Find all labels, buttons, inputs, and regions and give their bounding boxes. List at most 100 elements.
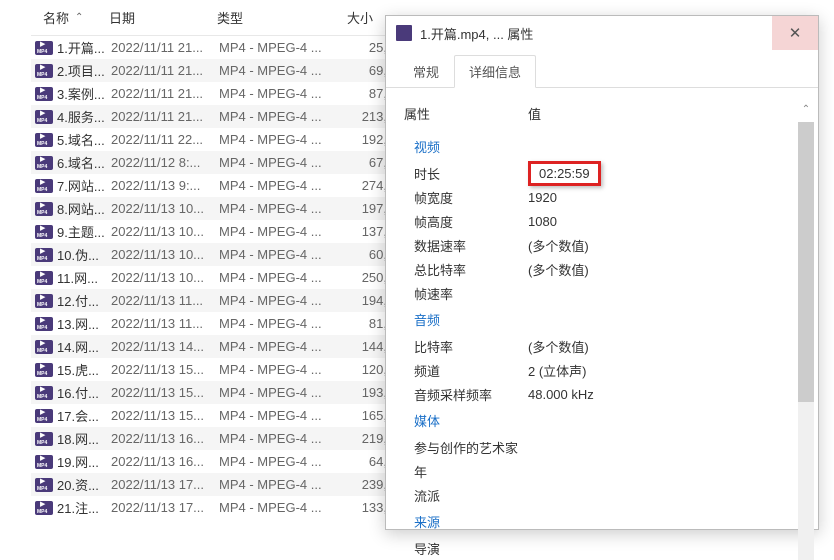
- file-name: 14.网...: [57, 337, 111, 356]
- mp4-file-icon: [35, 110, 53, 124]
- file-row[interactable]: 11.网...2022/11/13 10...MP4 - MPEG-4 ...2…: [31, 266, 401, 289]
- mp4-file-icon: [35, 202, 53, 216]
- file-row[interactable]: 16.付...2022/11/13 15...MP4 - MPEG-4 ...1…: [31, 381, 401, 404]
- row-audio-bitrate[interactable]: 比特率 (多个数值): [404, 334, 800, 358]
- row-genre[interactable]: 流派: [404, 483, 800, 507]
- file-size: 87,: [343, 86, 387, 101]
- file-row[interactable]: 10.伪...2022/11/13 10...MP4 - MPEG-4 ...6…: [31, 243, 401, 266]
- column-header-type[interactable]: 类型: [217, 8, 347, 27]
- file-date: 2022/11/13 15...: [111, 408, 219, 423]
- file-row[interactable]: 21.注...2022/11/13 17...MP4 - MPEG-4 ...1…: [31, 496, 401, 519]
- file-list-header: 名称⌃ 日期 类型 大小: [31, 0, 401, 36]
- file-row[interactable]: 12.付...2022/11/13 11...MP4 - MPEG-4 ...1…: [31, 289, 401, 312]
- file-size: 193,: [343, 385, 387, 400]
- file-date: 2022/11/11 21...: [111, 109, 219, 124]
- scrollbar-thumb[interactable]: [798, 122, 814, 402]
- file-size: 60,: [343, 247, 387, 262]
- file-size: 25,: [343, 40, 387, 55]
- file-row[interactable]: 2.项目...2022/11/11 21...MP4 - MPEG-4 ...6…: [31, 59, 401, 82]
- close-icon: ✕: [789, 24, 802, 42]
- column-header-date[interactable]: 日期: [109, 8, 217, 27]
- file-rows-container: 1.开篇...2022/11/11 21...MP4 - MPEG-4 ...2…: [31, 36, 401, 519]
- file-row[interactable]: 18.网...2022/11/13 16...MP4 - MPEG-4 ...2…: [31, 427, 401, 450]
- dialog-titlebar[interactable]: 1.开篇.mp4, ... 属性 ✕: [386, 16, 818, 50]
- file-size: 197,: [343, 201, 387, 216]
- file-row[interactable]: 20.资...2022/11/13 17...MP4 - MPEG-4 ...2…: [31, 473, 401, 496]
- file-type: MP4 - MPEG-4 ...: [219, 224, 343, 239]
- file-type: MP4 - MPEG-4 ...: [219, 201, 343, 216]
- section-audio: 音频: [404, 305, 800, 334]
- mp4-file-icon: [35, 409, 53, 423]
- file-name: 11.网...: [57, 268, 111, 287]
- dialog-tabs: 常规 详细信息: [386, 54, 818, 88]
- row-data-rate[interactable]: 数据速率 (多个数值): [404, 233, 800, 257]
- file-size: 213,: [343, 109, 387, 124]
- file-row[interactable]: 9.主题...2022/11/13 10...MP4 - MPEG-4 ...1…: [31, 220, 401, 243]
- row-duration[interactable]: 时长 02:25:59: [404, 161, 800, 185]
- file-name: 6.域名...: [57, 153, 111, 172]
- section-video: 视频: [404, 132, 800, 161]
- row-total-bitrate[interactable]: 总比特率 (多个数值): [404, 257, 800, 281]
- file-type: MP4 - MPEG-4 ...: [219, 247, 343, 262]
- file-date: 2022/11/13 16...: [111, 431, 219, 446]
- close-button[interactable]: ✕: [772, 16, 818, 50]
- row-year[interactable]: 年: [404, 459, 800, 483]
- file-size: 165,: [343, 408, 387, 423]
- tab-details[interactable]: 详细信息: [454, 55, 536, 88]
- mp4-file-icon: [35, 133, 53, 147]
- file-row[interactable]: 7.网站...2022/11/13 9:...MP4 - MPEG-4 ...2…: [31, 174, 401, 197]
- section-media: 媒体: [404, 406, 800, 435]
- file-date: 2022/11/13 15...: [111, 385, 219, 400]
- file-type: MP4 - MPEG-4 ...: [219, 500, 343, 515]
- row-frame-height[interactable]: 帧高度 1080: [404, 209, 800, 233]
- row-frame-width[interactable]: 帧宽度 1920: [404, 185, 800, 209]
- file-name: 7.网站...: [57, 176, 111, 195]
- file-row[interactable]: 15.虎...2022/11/13 15...MP4 - MPEG-4 ...1…: [31, 358, 401, 381]
- file-name: 9.主题...: [57, 222, 111, 241]
- row-artist[interactable]: 参与创作的艺术家: [404, 435, 800, 459]
- file-row[interactable]: 17.会...2022/11/13 15...MP4 - MPEG-4 ...1…: [31, 404, 401, 427]
- file-date: 2022/11/13 10...: [111, 201, 219, 216]
- file-type: MP4 - MPEG-4 ...: [219, 362, 343, 377]
- file-name: 13.网...: [57, 314, 111, 333]
- tab-general[interactable]: 常规: [398, 55, 454, 87]
- mp4-file-icon: [35, 478, 53, 492]
- file-row[interactable]: 8.网站...2022/11/13 10...MP4 - MPEG-4 ...1…: [31, 197, 401, 220]
- file-type: MP4 - MPEG-4 ...: [219, 63, 343, 78]
- file-size: 194,: [343, 293, 387, 308]
- file-type: MP4 - MPEG-4 ...: [219, 431, 343, 446]
- file-row[interactable]: 19.网...2022/11/13 16...MP4 - MPEG-4 ...6…: [31, 450, 401, 473]
- file-size: 120,: [343, 362, 387, 377]
- file-row[interactable]: 6.域名...2022/11/12 8:...MP4 - MPEG-4 ...6…: [31, 151, 401, 174]
- mp4-file-icon: [35, 179, 53, 193]
- file-size: 274,: [343, 178, 387, 193]
- file-row[interactable]: 3.案例...2022/11/11 21...MP4 - MPEG-4 ...8…: [31, 82, 401, 105]
- row-frame-rate[interactable]: 帧速率: [404, 281, 800, 305]
- file-size: 219,: [343, 431, 387, 446]
- file-row[interactable]: 4.服务...2022/11/11 21...MP4 - MPEG-4 ...2…: [31, 105, 401, 128]
- file-type: MP4 - MPEG-4 ...: [219, 316, 343, 331]
- file-type: MP4 - MPEG-4 ...: [219, 40, 343, 55]
- mp4-file-icon: [35, 501, 53, 515]
- file-size: 192,: [343, 132, 387, 147]
- mp4-file-icon: [35, 271, 53, 285]
- mp4-file-icon: [35, 64, 53, 78]
- file-row[interactable]: 1.开篇...2022/11/11 21...MP4 - MPEG-4 ...2…: [31, 36, 401, 59]
- file-row[interactable]: 13.网...2022/11/13 11...MP4 - MPEG-4 ...8…: [31, 312, 401, 335]
- file-name: 10.伪...: [57, 245, 111, 264]
- column-header-name[interactable]: 名称⌃: [43, 8, 109, 27]
- mp4-file-icon: [35, 363, 53, 377]
- row-director[interactable]: 导演: [404, 536, 800, 560]
- row-sample-rate[interactable]: 音频采样频率 48.000 kHz: [404, 382, 800, 406]
- file-name: 3.案例...: [57, 84, 111, 103]
- file-row[interactable]: 14.网...2022/11/13 14...MP4 - MPEG-4 ...1…: [31, 335, 401, 358]
- row-channels[interactable]: 频道 2 (立体声): [404, 358, 800, 382]
- file-date: 2022/11/13 9:...: [111, 178, 219, 193]
- file-type: MP4 - MPEG-4 ...: [219, 339, 343, 354]
- mp4-file-icon: [35, 294, 53, 308]
- file-name: 2.项目...: [57, 61, 111, 80]
- scroll-up-button[interactable]: ⌃: [798, 104, 814, 120]
- file-date: 2022/11/13 10...: [111, 247, 219, 262]
- mp4-file-icon: [35, 317, 53, 331]
- file-row[interactable]: 5.域名...2022/11/11 22...MP4 - MPEG-4 ...1…: [31, 128, 401, 151]
